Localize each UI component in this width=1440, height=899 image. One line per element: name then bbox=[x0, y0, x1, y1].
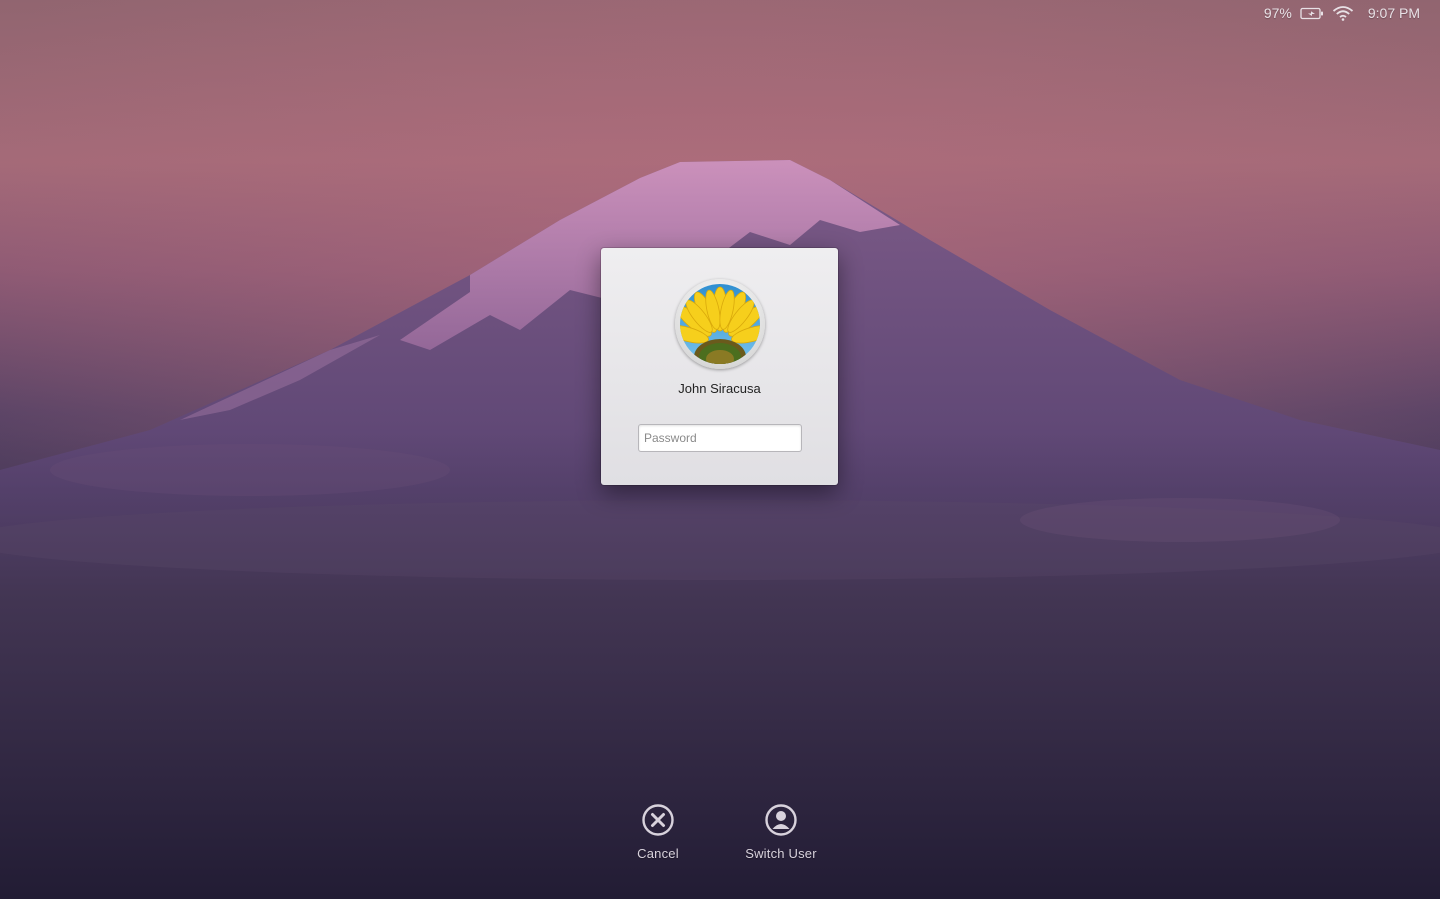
cancel-label: Cancel bbox=[637, 846, 679, 861]
wifi-icon[interactable] bbox=[1332, 5, 1354, 21]
cancel-circle-icon bbox=[642, 804, 674, 836]
battery-charging-icon[interactable] bbox=[1300, 7, 1324, 20]
clock[interactable]: 9:07 PM bbox=[1368, 5, 1420, 21]
switch-user-button[interactable]: Switch User bbox=[721, 803, 841, 861]
menu-status-area: 97% 9:07 PM bbox=[1264, 4, 1420, 22]
user-circle-icon bbox=[765, 804, 797, 836]
battery-percent: 97% bbox=[1263, 5, 1292, 21]
login-panel: John Siracusa bbox=[601, 248, 838, 485]
password-field[interactable] bbox=[638, 424, 802, 452]
cancel-button[interactable]: Cancel bbox=[598, 803, 718, 861]
user-avatar bbox=[675, 279, 765, 369]
user-name: John Siracusa bbox=[678, 381, 761, 396]
switch-user-label: Switch User bbox=[745, 846, 817, 861]
sunflower-avatar-icon bbox=[680, 284, 760, 364]
